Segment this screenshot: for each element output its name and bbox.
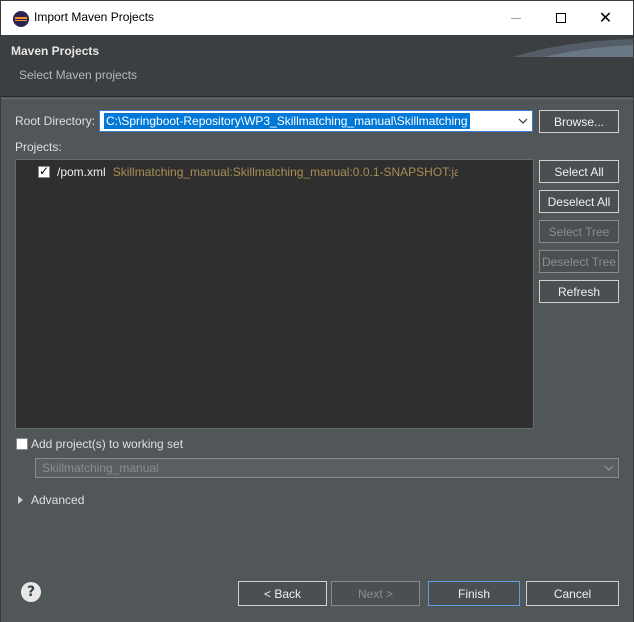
refresh-button[interactable]: Refresh <box>539 280 619 303</box>
refresh-label: Refresh <box>557 284 601 299</box>
minimize-button[interactable] <box>493 1 538 35</box>
minimize-icon <box>510 17 521 19</box>
root-directory-label: Root Directory: <box>15 114 96 128</box>
page-subtitle: Select Maven projects <box>19 68 138 82</box>
project-checkbox[interactable] <box>38 164 50 178</box>
wizard-header: Maven Projects Select Maven projects <box>1 35 633 97</box>
back-button[interactable]: < Back <box>238 581 327 606</box>
root-directory-combo[interactable]: C:\Springboot-Repository\WP3_Skillmatchi… <box>99 110 533 132</box>
header-separator <box>1 98 633 99</box>
projects-tree[interactable]: /pom.xml Skillmatching_manual:Skillmatch… <box>15 159 534 429</box>
help-icon[interactable]: ? <box>21 582 41 602</box>
working-set-row[interactable]: Add project(s) to working set <box>16 437 183 451</box>
chevron-down-icon <box>604 465 614 471</box>
next-button[interactable]: Next > <box>331 581 420 606</box>
working-set-label: Add project(s) to working set <box>31 437 184 451</box>
working-set-checkbox[interactable] <box>16 438 28 450</box>
finish-label: Finish <box>457 586 490 601</box>
advanced-label: Advanced <box>31 493 85 507</box>
working-set-value: Skillmatching_manual <box>42 461 159 475</box>
back-label: < Back <box>263 586 302 601</box>
title-bar: Import Maven Projects ✕ <box>1 1 633 35</box>
finish-button[interactable]: Finish <box>428 581 520 606</box>
project-gav: Skillmatching_manual:Skillmatching_manua… <box>112 165 458 179</box>
window-title: Import Maven Projects <box>34 10 155 24</box>
deselect-tree-button[interactable]: Deselect Tree <box>539 250 619 273</box>
expand-triangle-icon[interactable] <box>18 496 23 504</box>
banner-graphic <box>513 39 633 57</box>
root-directory-value[interactable]: C:\Springboot-Repository\WP3_Skillmatchi… <box>104 113 470 129</box>
project-name: /pom.xml <box>57 165 106 179</box>
next-label: Next > <box>357 586 393 601</box>
maximize-button[interactable] <box>538 1 583 35</box>
cancel-button[interactable]: Cancel <box>526 581 619 606</box>
cancel-label: Cancel <box>553 586 592 601</box>
eclipse-app-icon <box>13 11 29 27</box>
deselect-all-button[interactable]: Deselect All <box>539 190 619 213</box>
advanced-section-toggle[interactable]: Advanced <box>18 493 84 507</box>
project-row[interactable]: /pom.xml Skillmatching_manual:Skillmatch… <box>38 164 458 180</box>
import-maven-dialog: Import Maven Projects ✕ Maven Projects S… <box>0 0 634 622</box>
close-icon: ✕ <box>598 8 613 27</box>
select-tree-button[interactable]: Select Tree <box>539 220 619 243</box>
deselect-tree-label: Deselect Tree <box>541 254 617 269</box>
select-all-label: Select All <box>554 164 604 179</box>
page-title: Maven Projects <box>11 44 100 58</box>
browse-button[interactable]: Browse... <box>539 110 619 133</box>
maximize-icon <box>555 13 566 23</box>
select-tree-label: Select Tree <box>548 224 610 239</box>
working-set-combo[interactable]: Skillmatching_manual <box>35 458 619 478</box>
projects-label: Projects: <box>15 140 62 154</box>
deselect-all-label: Deselect All <box>547 194 611 209</box>
dropdown-arrow-icon[interactable] <box>518 116 528 126</box>
select-all-button[interactable]: Select All <box>539 160 619 183</box>
close-button[interactable]: ✕ <box>583 1 628 35</box>
